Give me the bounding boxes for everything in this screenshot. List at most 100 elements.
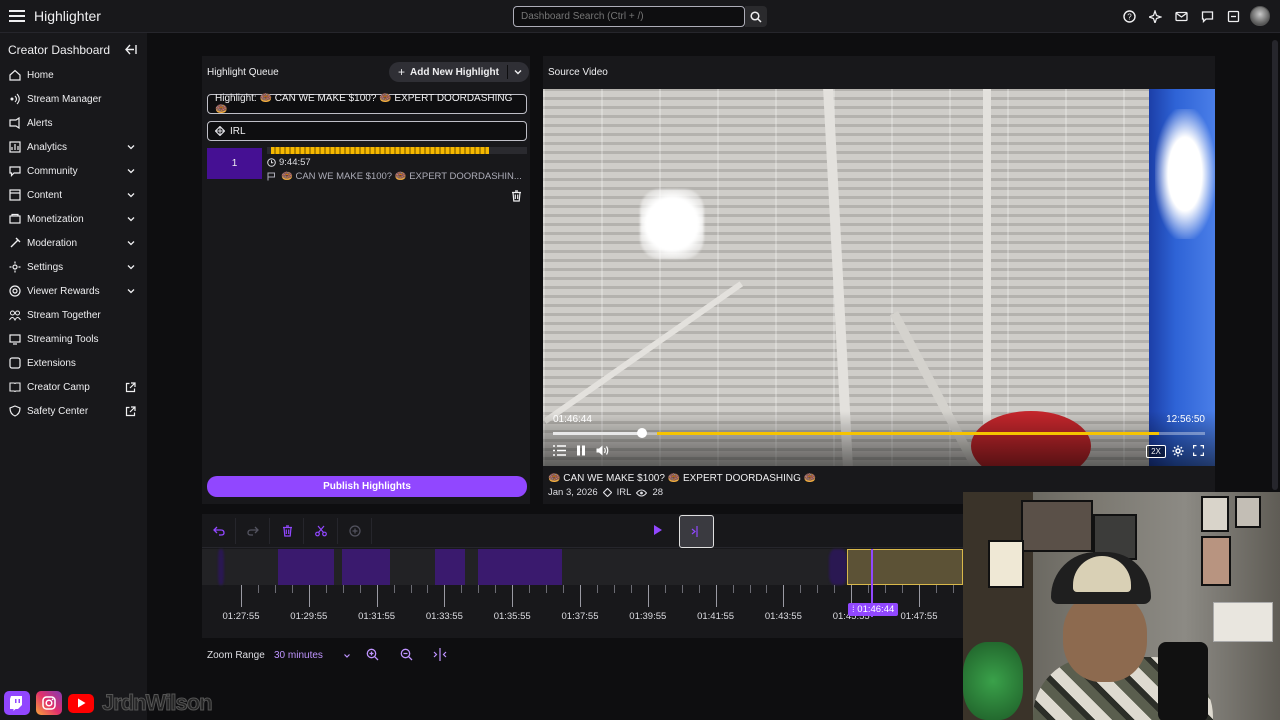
flag-icon — [267, 172, 276, 181]
sparkle-icon[interactable] — [1146, 6, 1164, 26]
ruler-label: 01:43:55 — [764, 611, 802, 622]
play-icon[interactable] — [653, 524, 663, 536]
whispers-icon[interactable] — [1198, 6, 1216, 26]
ruler-minor-tick — [681, 585, 683, 593]
external-link-icon[interactable] — [125, 406, 136, 417]
sidebar-item-monetization[interactable]: Monetization — [0, 207, 147, 231]
zoom-range-select[interactable]: 30 minutes — [274, 650, 351, 661]
snap-to-cursor-button[interactable] — [679, 515, 714, 548]
trash-icon[interactable] — [271, 518, 304, 544]
scissors-icon[interactable] — [305, 518, 338, 544]
ruler-tick — [580, 585, 581, 607]
chevron-down-icon[interactable] — [513, 67, 523, 77]
video-info-title: 🍩 CAN WE MAKE $100? 🍩 EXPERT DOORDASHING… — [548, 473, 816, 484]
settings-gear-icon[interactable] — [1172, 445, 1184, 457]
ruler-minor-tick — [291, 585, 293, 593]
moderation-icon — [9, 237, 21, 249]
sidebar-item-safety-center[interactable]: Safety Center — [0, 399, 147, 423]
clock-icon — [267, 158, 276, 167]
sidebar-item-viewer-rewards[interactable]: Viewer Rewards — [0, 279, 147, 303]
alerts-icon — [9, 117, 21, 129]
user-avatar[interactable] — [1250, 6, 1270, 26]
sidebar-item-creator-camp[interactable]: Creator Camp — [0, 375, 147, 399]
source-video-panel: Source Video 01:46:44 12:56:50 2X 🍩 CAN … — [543, 56, 1215, 504]
highlight-title-field[interactable]: Highlight: 🍩 CAN WE MAKE $100? 🍩 EXPERT … — [207, 93, 527, 115]
ruler-minor-tick — [393, 585, 395, 593]
streamer-name-watermark: JrdnWilson — [102, 690, 214, 716]
zoom-out-icon[interactable] — [400, 648, 413, 661]
highlight-queue-panel: Highlight Queue + Add New Highlight High… — [202, 56, 530, 504]
chevron-down-icon[interactable] — [126, 142, 136, 152]
search-button[interactable] — [745, 6, 767, 27]
help-icon[interactable]: ? — [1120, 6, 1138, 26]
selected-highlight-range[interactable] — [847, 549, 963, 585]
zoom-in-icon[interactable] — [366, 648, 379, 661]
sidebar-item-stream-together[interactable]: Stream Together — [0, 303, 147, 327]
fit-to-view-icon[interactable] — [433, 648, 447, 661]
chapters-icon[interactable] — [553, 445, 566, 456]
chevron-down-icon[interactable] — [126, 190, 136, 200]
bits-icon[interactable] — [1224, 6, 1242, 26]
monetization-icon — [9, 213, 21, 225]
add-marker-icon[interactable] — [339, 518, 372, 544]
chevron-down-icon[interactable] — [126, 166, 136, 176]
ruler-tick — [715, 585, 717, 607]
undo-icon[interactable] — [203, 518, 236, 544]
ruler-minor-tick — [935, 585, 937, 593]
inbox-icon[interactable] — [1172, 6, 1190, 26]
ruler-minor-tick — [596, 585, 598, 593]
extensions-icon — [9, 357, 21, 369]
ruler-tick — [647, 585, 649, 607]
sidebar-item-alerts[interactable]: Alerts — [0, 111, 147, 135]
playback-speed-badge[interactable]: 2X — [1146, 445, 1166, 458]
sidebar-item-label: Analytics — [27, 141, 68, 153]
fullscreen-icon[interactable] — [1193, 445, 1204, 456]
category-field[interactable]: IRL — [207, 121, 527, 141]
ruler-minor-tick — [952, 585, 954, 593]
hamburger-menu-icon[interactable] — [9, 9, 25, 23]
chevron-down-icon[interactable] — [126, 214, 136, 224]
sidebar-item-label: Streaming Tools — [27, 333, 99, 345]
video-player[interactable]: 01:46:44 12:56:50 2X — [543, 89, 1215, 466]
sidebar-item-label: Monetization — [27, 213, 84, 225]
sidebar-item-label: Creator Camp — [27, 381, 90, 393]
sidebar-item-moderation[interactable]: Moderation — [0, 231, 147, 255]
redo-icon[interactable] — [237, 518, 270, 544]
collapse-sidebar-icon[interactable] — [124, 44, 137, 55]
sidebar-item-analytics[interactable]: Analytics — [0, 135, 147, 159]
ruler-minor-tick — [478, 585, 480, 593]
category-icon — [602, 488, 612, 497]
ruler-minor-tick — [495, 585, 497, 593]
volume-icon[interactable] — [596, 445, 609, 456]
delete-highlight-icon[interactable] — [511, 190, 522, 202]
add-highlight-label: Add New Highlight — [410, 66, 499, 78]
sidebar-item-stream-manager[interactable]: Stream Manager — [0, 87, 147, 111]
publish-highlights-button[interactable]: Publish Highlights — [207, 476, 527, 497]
ruler-minor-tick — [885, 585, 887, 593]
sidebar-item-home[interactable]: Home — [0, 63, 147, 87]
sidebar-item-streaming-tools[interactable]: Streaming Tools — [0, 327, 147, 351]
add-new-highlight-button[interactable]: + Add New Highlight — [389, 62, 529, 82]
creator-camp-icon — [9, 381, 21, 393]
external-link-icon[interactable] — [125, 382, 136, 393]
pause-icon[interactable] — [576, 445, 586, 456]
video-views: 28 — [652, 487, 664, 498]
video-scrubber[interactable] — [553, 428, 1205, 438]
ruler-minor-tick — [563, 585, 565, 593]
zoom-range-value: 30 minutes — [274, 650, 323, 661]
viewer-rewards-icon — [9, 285, 21, 297]
sidebar-item-extensions[interactable]: Extensions — [0, 351, 147, 375]
video-date: Jan 3, 2026 — [548, 487, 598, 498]
streaming-tools-icon — [9, 333, 21, 345]
sidebar-item-content[interactable]: Content — [0, 183, 147, 207]
ruler-minor-tick — [630, 585, 632, 593]
chevron-down-icon[interactable] — [126, 262, 136, 272]
sidebar-item-community[interactable]: Community — [0, 159, 147, 183]
page-scrollbar[interactable] — [1272, 40, 1278, 490]
chevron-down-icon[interactable] — [126, 238, 136, 248]
chevron-down-icon[interactable] — [126, 286, 136, 296]
search-input[interactable] — [513, 6, 745, 27]
highlight-card-number[interactable]: 1 — [207, 148, 262, 179]
sidebar-item-settings[interactable]: Settings — [0, 255, 147, 279]
ruler-minor-tick — [732, 585, 734, 593]
